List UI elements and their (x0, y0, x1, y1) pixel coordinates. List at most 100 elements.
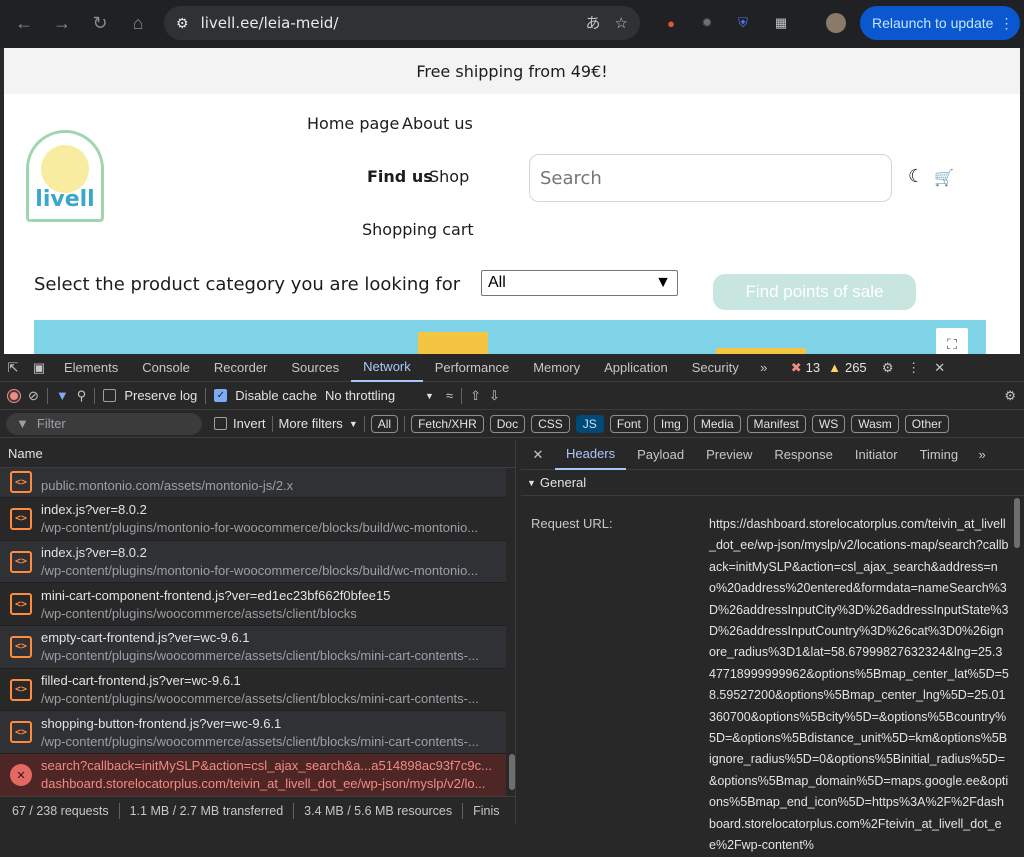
site-info-icon[interactable]: ⚙ (176, 15, 189, 32)
nav-shop[interactable]: Shop (429, 167, 469, 186)
find-points-of-sale-button[interactable]: Find points of sale (713, 274, 916, 310)
script-file-icon: <> (10, 471, 32, 493)
type-filter-font[interactable]: Font (609, 414, 648, 433)
request-row[interactable]: <> index.js?ver=8.0.2 /wp-content/plugin… (0, 498, 506, 541)
preserve-log-label: Preserve log (124, 388, 198, 403)
name-column-header[interactable]: Name (0, 440, 515, 468)
request-list-scrollbar[interactable] (508, 468, 516, 796)
network-settings-icon[interactable]: ⚙ (1004, 388, 1016, 404)
network-conditions-icon[interactable]: ≈ (446, 388, 453, 403)
invert-checkbox[interactable] (214, 417, 227, 430)
error-count: 13 (805, 360, 821, 375)
request-row[interactable]: <> index.js?ver=8.0.2 /wp-content/plugin… (0, 540, 506, 584)
puzzle-gear-extension-icon[interactable]: ✹ (694, 10, 720, 36)
home-icon[interactable]: ⌂ (120, 5, 156, 41)
transferred-size: 1.1 MB / 2.7 MB transferred (129, 803, 284, 818)
device-toolbar-icon[interactable]: ▣ (26, 354, 52, 382)
extensions-icon[interactable]: ▦ (768, 10, 794, 36)
more-tabs-icon[interactable]: » (969, 441, 995, 469)
type-filter-js[interactable]: JS (575, 414, 604, 433)
request-row[interactable]: <> filled-cart-frontend.js?ver=wc-9.6.1 … (0, 669, 506, 712)
forward-icon[interactable]: → (44, 5, 80, 41)
tab-headers[interactable]: Headers (555, 440, 627, 470)
store-map[interactable]: ⛶ (34, 320, 986, 354)
type-filter-css[interactable]: CSS (531, 414, 570, 433)
more-filters-button[interactable]: More filters ▼ (279, 416, 358, 431)
record-icon[interactable] (7, 388, 21, 403)
invert-label: Invert (233, 416, 266, 431)
tab-initiator[interactable]: Initiator (844, 440, 909, 470)
tab-recorder[interactable]: Recorder (202, 354, 279, 382)
cart-icon[interactable]: 🛒 (934, 168, 954, 188)
request-row[interactable]: <> mini-cart-component-frontend.js?ver=e… (0, 583, 506, 627)
tab-elements[interactable]: Elements (52, 354, 130, 382)
address-bar[interactable]: ⚙ livell.ee/leia-meid/ あ ☆ (164, 6, 640, 40)
fullscreen-icon[interactable]: ⛶ (936, 328, 968, 354)
nav-home[interactable]: Home page (307, 114, 399, 133)
tab-security[interactable]: Security (680, 354, 751, 382)
more-tabs-icon[interactable]: » (751, 354, 777, 382)
request-row[interactable]: <> shopping-button-frontend.js?ver=wc-9.… (0, 711, 506, 755)
type-filter-other[interactable]: Other (904, 414, 949, 433)
tab-sources[interactable]: Sources (279, 354, 351, 382)
type-filter-media[interactable]: Media (693, 414, 741, 433)
chevron-down-icon: ▼ (425, 390, 434, 401)
export-har-icon[interactable]: ⇩ (489, 388, 500, 404)
script-file-icon: <> (10, 550, 32, 573)
finish-time: Finis (473, 803, 500, 818)
close-devtools-icon[interactable]: ✕ (927, 354, 953, 382)
bitwarden-extension-icon[interactable]: ⛨ (730, 10, 756, 36)
type-filter-wasm[interactable]: Wasm (851, 414, 899, 433)
tab-network[interactable]: Network (351, 354, 423, 382)
type-filter-fetch[interactable]: Fetch/XHR (411, 414, 484, 433)
back-icon[interactable]: ← (6, 5, 42, 41)
tab-payload[interactable]: Payload (626, 440, 695, 470)
tab-memory[interactable]: Memory (521, 354, 592, 382)
general-section-header[interactable]: ▼ General (521, 470, 1024, 496)
search-input[interactable] (529, 154, 892, 202)
translate-icon[interactable]: あ (586, 12, 601, 33)
request-row-error[interactable]: ✕ search?callback=initMySLP&action=csl_a… (0, 754, 506, 796)
nav-about[interactable]: About us (402, 114, 473, 133)
request-row[interactable]: <> empty-cart-frontend.js?ver=wc-9.6.1 /… (0, 626, 506, 669)
type-filter-doc[interactable]: Doc (489, 414, 526, 433)
bookmark-star-icon[interactable]: ☆ (615, 14, 628, 32)
type-filter-ws[interactable]: WS (811, 414, 846, 433)
settings-gear-icon[interactable]: ⚙ (875, 354, 901, 382)
relaunch-button[interactable]: Relaunch to update ⋮ (860, 6, 1020, 40)
request-row[interactable]: <> public.montonio.com/assets/montonio-j… (0, 468, 506, 498)
duckduckgo-extension-icon[interactable]: ● (658, 10, 684, 36)
profile-avatar[interactable] (826, 13, 846, 33)
chevron-down-icon: ▼ (655, 274, 671, 291)
disable-cache-checkbox[interactable]: ✓ (214, 389, 228, 402)
clear-icon[interactable]: ⊘ (28, 388, 39, 404)
throttling-select[interactable]: No throttling ▼ (325, 388, 434, 403)
search-icon[interactable]: ⚲ (77, 388, 87, 404)
shipping-banner: Free shipping from 49€! (4, 48, 1020, 94)
tab-response[interactable]: Response (763, 440, 844, 470)
type-filter-img[interactable]: Img (653, 414, 688, 433)
filter-input[interactable]: ▼ Filter (6, 412, 202, 435)
livell-logo[interactable]: livell (26, 130, 104, 222)
nav-shopping-cart[interactable]: Shopping cart (362, 220, 474, 239)
detail-scrollbar[interactable] (1014, 498, 1020, 548)
nav-find-us[interactable]: Find us (367, 167, 433, 186)
category-select[interactable]: All ▼ (481, 270, 678, 296)
tab-performance[interactable]: Performance (423, 354, 521, 382)
more-options-icon[interactable]: ⋮ (901, 354, 927, 382)
type-filter-all[interactable]: All (370, 414, 399, 433)
import-har-icon[interactable]: ⇧ (470, 388, 481, 404)
preserve-log-checkbox[interactable] (103, 389, 117, 402)
filter-funnel-icon[interactable]: ▼ (56, 388, 69, 403)
inspect-element-icon[interactable]: ⇱ (0, 354, 26, 382)
tab-application[interactable]: Application (592, 354, 680, 382)
tab-console[interactable]: Console (130, 354, 202, 382)
tab-preview[interactable]: Preview (695, 440, 763, 470)
tab-timing[interactable]: Timing (909, 440, 970, 470)
close-detail-icon[interactable]: ✕ (521, 441, 555, 469)
dark-mode-icon[interactable]: ☾ (908, 166, 924, 187)
detail-tabs: ✕ Headers Payload Preview Response Initi… (521, 440, 1024, 470)
reload-icon[interactable]: ↻ (82, 5, 118, 41)
url-text: livell.ee/leia-meid/ (200, 14, 339, 32)
type-filter-manifest[interactable]: Manifest (746, 414, 806, 433)
